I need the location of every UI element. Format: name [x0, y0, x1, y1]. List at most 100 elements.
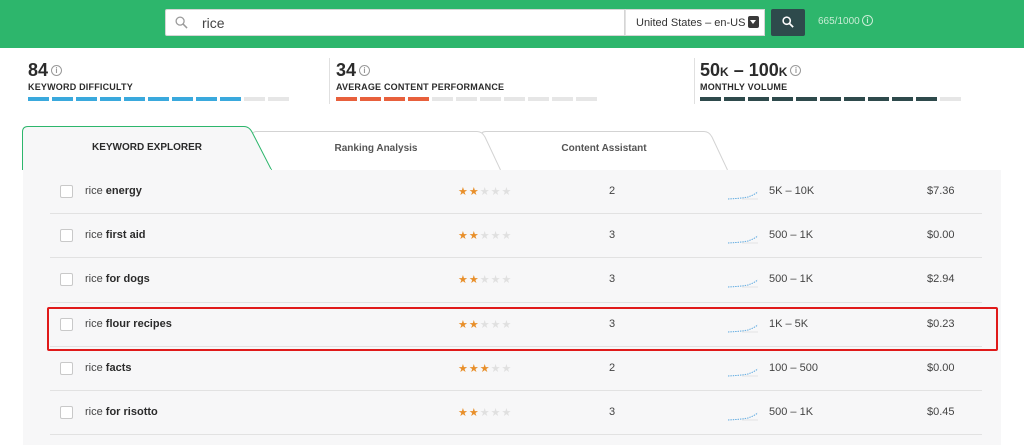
cpc-value: $0.00	[927, 229, 955, 241]
level-segment	[480, 97, 501, 101]
cpc-value: $7.36	[927, 185, 955, 197]
info-icon[interactable]: i	[359, 65, 371, 76]
info-icon[interactable]: i	[51, 65, 63, 76]
metric-label: KEYWORD DIFFICULTY	[28, 82, 133, 92]
star-icon: ★	[468, 274, 480, 287]
opportunity-stars: ★★★★★	[458, 362, 512, 375]
star-icon: ★	[479, 362, 491, 375]
star-icon: ★	[501, 274, 513, 287]
info-icon[interactable]: i	[862, 15, 873, 26]
trend-sparkline-icon	[728, 368, 758, 377]
level-segment	[504, 97, 525, 101]
metric-value: 84 i	[28, 60, 133, 81]
level-segment	[772, 97, 793, 101]
volume-range: 5K – 10K	[769, 185, 815, 197]
divider	[694, 58, 695, 104]
star-icon: ★	[458, 362, 469, 375]
table-row[interactable]: rice facts ★★★★★ 2 100 – 500 $0.00	[50, 347, 982, 392]
tab-keyword-explorer[interactable]: KEYWORD EXPLORER	[22, 126, 272, 170]
opportunity-stars: ★★★★★	[458, 185, 512, 198]
keyword-list: rice energy ★★★★★ 2 5K – 10K $7.36 rice …	[50, 170, 982, 436]
keyword[interactable]: rice for dogs	[85, 273, 150, 285]
difficulty-value: 3	[609, 229, 616, 241]
level-segment	[748, 97, 769, 101]
difficulty-value: 2	[609, 185, 616, 197]
keyword[interactable]: rice first aid	[85, 229, 146, 241]
keyword[interactable]: rice for risotto	[85, 406, 158, 418]
level-segment	[456, 97, 477, 101]
star-icon: ★	[501, 362, 513, 375]
search-icon	[782, 16, 794, 28]
difficulty-value: 3	[609, 406, 616, 419]
metric-label: MONTHLY VOLUME	[700, 82, 788, 92]
cpc-value: $0.45	[927, 406, 955, 419]
level-segment	[940, 97, 961, 101]
level-segment	[172, 97, 193, 101]
table-row[interactable]: rice energy ★★★★★ 2 5K – 10K $7.36	[50, 170, 982, 214]
star-icon: ★	[458, 407, 469, 420]
locale-value: United States – en-US	[636, 17, 746, 29]
star-icon: ★	[458, 274, 469, 287]
opportunity-stars: ★★★★★	[458, 406, 512, 419]
star-icon: ★	[479, 407, 491, 420]
star-icon: ★	[501, 186, 513, 198]
level-segment	[868, 97, 889, 101]
row-checkbox[interactable]	[60, 361, 73, 375]
level-segment	[552, 97, 573, 101]
locale-select[interactable]: United States – en-US	[625, 9, 765, 36]
search-icon	[175, 16, 188, 29]
trend-sparkline-icon	[728, 279, 758, 288]
volume-range: 500 – 1K	[769, 273, 814, 286]
table-row[interactable]: rice for risotto ★★★★★ 3 500 – 1K $0.45	[50, 391, 982, 436]
level-segment	[76, 97, 97, 101]
search-button[interactable]	[771, 9, 805, 36]
level-segment	[196, 97, 217, 101]
level-segment	[124, 97, 145, 101]
volume-range: 500 – 1K	[769, 229, 814, 241]
search-input[interactable]: rice	[165, 9, 625, 36]
star-icon: ★	[458, 230, 469, 242]
level-segment	[576, 97, 597, 101]
level-segment	[844, 97, 865, 101]
level-segment	[28, 97, 49, 101]
table-row[interactable]: rice first aid ★★★★★ 3 500 – 1K $0.00	[50, 214, 982, 259]
row-checkbox[interactable]	[60, 406, 73, 420]
difficulty-value: 2	[609, 361, 616, 374]
level-segment	[100, 97, 121, 101]
trend-sparkline-icon	[728, 191, 758, 200]
quota-counter: 665/1000	[818, 16, 860, 27]
level-segment	[408, 97, 429, 101]
star-icon: ★	[490, 186, 502, 198]
metric-level-bar	[28, 97, 289, 101]
level-segment	[360, 97, 381, 101]
chevron-down-icon	[748, 16, 759, 28]
keyword[interactable]: rice energy	[85, 185, 142, 197]
cpc-value: $0.00	[927, 361, 955, 374]
tab-bar: Content Assistant Ranking Analysis KEYWO…	[0, 126, 1024, 170]
level-segment	[220, 97, 241, 101]
tab-ranking-analysis[interactable]: Ranking Analysis	[251, 131, 501, 170]
table-row[interactable]: rice for dogs ★★★★★ 3 500 – 1K $2.94	[50, 258, 982, 303]
row-checkbox[interactable]	[60, 185, 73, 198]
star-icon: ★	[479, 230, 491, 242]
star-icon: ★	[490, 407, 502, 420]
row-checkbox[interactable]	[60, 273, 73, 287]
metric-keyword-difficulty: 84 i KEYWORD DIFFICULTY	[28, 60, 289, 101]
metric-value: 34 i	[336, 60, 504, 81]
metric-label: AVERAGE CONTENT PERFORMANCE	[336, 82, 505, 92]
highlight-box	[47, 307, 998, 351]
opportunity-stars: ★★★★★	[458, 229, 512, 242]
metric-level-bar	[700, 97, 961, 101]
level-segment	[820, 97, 841, 101]
info-icon[interactable]: i	[790, 65, 802, 76]
metric-level-bar	[336, 97, 597, 101]
volume-range: 500 – 1K	[769, 406, 814, 419]
tab-content-assistant[interactable]: Content Assistant	[480, 131, 728, 170]
level-segment	[384, 97, 405, 101]
row-checkbox[interactable]	[60, 229, 73, 242]
keyword[interactable]: rice facts	[85, 362, 131, 374]
level-segment	[916, 97, 937, 101]
metric-content-performance: 34 i AVERAGE CONTENT PERFORMANCE	[336, 60, 597, 101]
difficulty-value: 3	[609, 273, 616, 286]
trend-sparkline-icon	[728, 235, 758, 244]
